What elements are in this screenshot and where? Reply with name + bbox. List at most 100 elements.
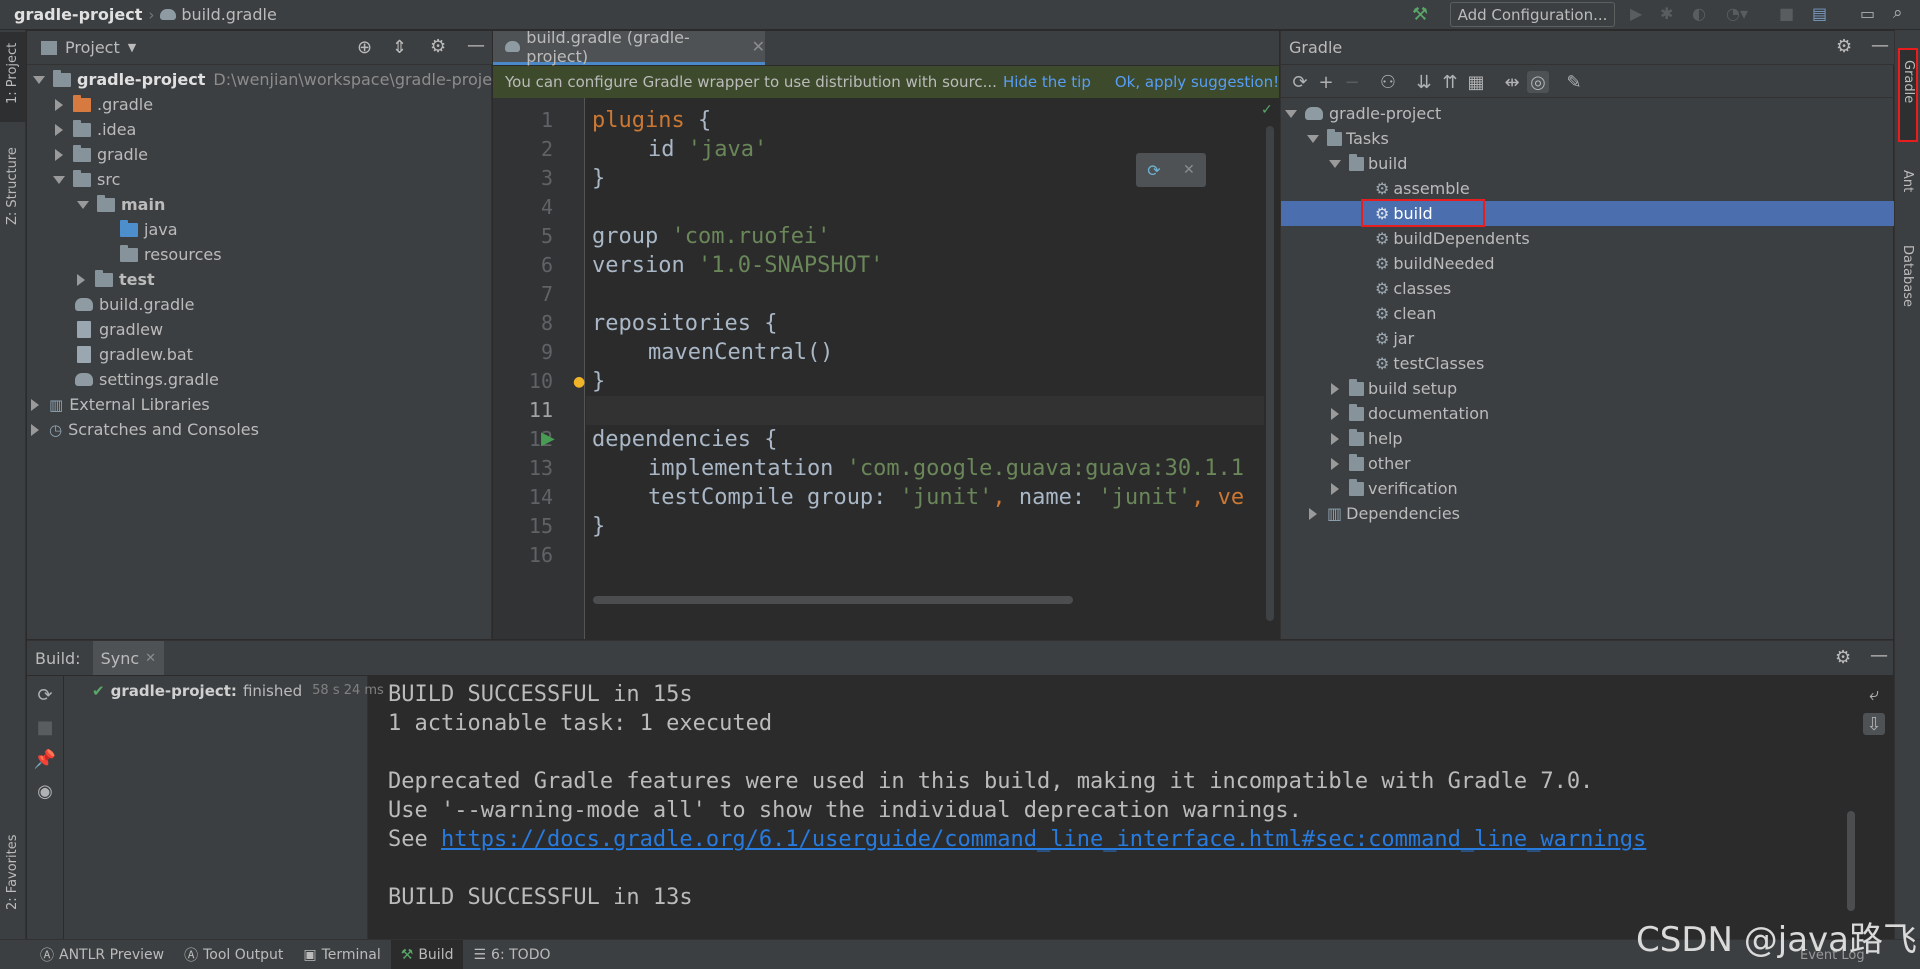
tree-item[interactable]: gradlew.bat (77, 342, 193, 367)
stop-icon[interactable]: ■ (34, 716, 56, 738)
eye-icon[interactable]: ◉ (34, 780, 56, 802)
gradle-stripe-button[interactable]: Gradle (1898, 48, 1918, 142)
run-gutter-icon[interactable]: ▶ (541, 428, 555, 449)
hide-icon[interactable]: — (467, 35, 485, 56)
expand-arrow-icon[interactable] (1331, 432, 1339, 445)
remove-icon[interactable]: − (1341, 71, 1363, 93)
tree-item[interactable]: settings.gradle (75, 367, 219, 392)
project-stripe-button[interactable]: 1: Project (0, 32, 26, 122)
expand-arrow-icon[interactable] (31, 398, 39, 411)
database-stripe-label[interactable]: Database (1900, 245, 1915, 307)
tab-sync[interactable]: Sync ✕ (92, 641, 165, 675)
favorites-stripe-label[interactable]: 2: Favorites (5, 834, 20, 910)
gradle-task[interactable]: ⚙ buildDependents (1375, 226, 1530, 251)
tree-item[interactable]: build.gradle (75, 292, 194, 317)
gradle-task-group[interactable]: verification (1331, 476, 1458, 501)
profile-icon[interactable]: ◔▾ (1726, 4, 1748, 23)
tree-item[interactable]: java (120, 217, 178, 242)
coverage-icon[interactable]: ◐ (1692, 4, 1706, 23)
run-icon[interactable]: ▶ (1630, 4, 1642, 23)
gradle-tasks-node[interactable]: Tasks (1307, 126, 1389, 151)
expand-arrow-icon[interactable] (1331, 457, 1339, 470)
expand-arrow-icon[interactable] (1285, 109, 1297, 118)
breadcrumb-file[interactable]: build.gradle (181, 5, 276, 24)
expand-arrow-icon[interactable] (31, 423, 39, 436)
tab-antlr-preview[interactable]: Ⓐ ANTLR Preview (30, 940, 174, 969)
gradle-task[interactable]: ⚙ jar (1375, 326, 1414, 351)
tree-item[interactable]: test (77, 267, 155, 292)
tree-item[interactable]: src (53, 167, 120, 192)
gradle-task-group[interactable]: documentation (1331, 401, 1489, 426)
stop-icon[interactable]: ■ (1779, 4, 1794, 23)
tab-terminal[interactable]: ▣ Terminal (293, 940, 390, 969)
gear-icon[interactable]: ⚙ (1836, 36, 1852, 57)
collapse-all-icon[interactable]: ⇕ (392, 37, 407, 58)
breadcrumb-project[interactable]: gradle-project (14, 5, 142, 24)
close-icon[interactable]: ✕ (145, 651, 156, 666)
tree-item[interactable]: resources (120, 242, 222, 267)
gradle-task[interactable]: ⚙ testClasses (1375, 351, 1484, 376)
tree-item[interactable]: gradlew (77, 317, 163, 342)
gradle-task-group[interactable]: build (1329, 151, 1407, 176)
soft-wrap-icon[interactable]: ⤶ (1863, 683, 1885, 705)
locate-icon[interactable]: ⊕ (357, 37, 372, 58)
gradle-task[interactable]: ⚙ classes (1375, 276, 1451, 301)
expand-arrow-icon[interactable] (55, 123, 63, 136)
chevron-down-icon[interactable]: ▼ (128, 41, 136, 54)
docs-link[interactable]: https://docs.gradle.org/6.1/userguide/co… (441, 827, 1646, 852)
tree-item[interactable]: .idea (55, 117, 136, 142)
tree-item[interactable]: ▥ External Libraries (31, 392, 210, 417)
gradle-task[interactable]: ⚙ clean (1375, 301, 1436, 326)
project-structure-icon[interactable]: ▤ (1812, 4, 1827, 23)
group-modules-icon[interactable]: ▦ (1465, 71, 1487, 93)
sync-icon[interactable]: ⟳ (34, 684, 56, 706)
expand-arrow-icon[interactable] (33, 75, 45, 84)
toggle-offline-icon[interactable]: ⇹ (1501, 71, 1523, 93)
vertical-scrollbar[interactable] (1265, 116, 1275, 636)
collapse-all-icon[interactable]: ⇈ (1439, 71, 1461, 93)
gradle-task-group[interactable]: build setup (1331, 376, 1457, 401)
expand-arrow-icon[interactable] (1307, 134, 1319, 143)
expand-arrow-icon[interactable] (55, 148, 63, 161)
tree-item[interactable]: ◷ Scratches and Consoles (31, 417, 259, 442)
wrench-icon[interactable]: ✎ (1563, 71, 1585, 93)
execute-task-icon[interactable]: ⚇ (1377, 71, 1399, 93)
layout-icon[interactable]: ▭ (1860, 4, 1875, 23)
lightbulb-icon[interactable]: ● (573, 374, 585, 390)
tab-build[interactable]: ⚒ Build (390, 939, 464, 969)
gradle-task[interactable]: ⚙ buildNeeded (1375, 251, 1495, 276)
hide-icon[interactable]: — (1871, 35, 1889, 56)
gradle-load-changes-popup[interactable]: ⟳ ✕ (1136, 153, 1206, 187)
tree-item[interactable]: gradle (55, 142, 148, 167)
show-dependencies-icon[interactable]: ◎ (1527, 71, 1549, 93)
tree-item[interactable]: main (77, 192, 165, 217)
search-icon[interactable]: ⌕ (1893, 3, 1903, 23)
gradle-task-group[interactable]: help (1331, 426, 1403, 451)
pin-icon[interactable]: 📌 (34, 748, 56, 770)
gradle-reload-icon[interactable]: ⟳ (1147, 161, 1160, 180)
tab-tool-output[interactable]: Ⓐ Tool Output (174, 940, 293, 969)
editor-tab-build-gradle[interactable]: build.gradle (gradle-project) ✕ (493, 28, 765, 66)
gradle-task-group[interactable]: other (1331, 451, 1411, 476)
apply-suggestion-link[interactable]: Ok, apply suggestion! (1115, 73, 1279, 91)
close-icon[interactable]: ✕ (1183, 162, 1195, 178)
scroll-to-end-icon[interactable]: ⇩ (1863, 713, 1885, 735)
expand-arrow-icon[interactable] (77, 200, 89, 209)
expand-arrow-icon[interactable] (1329, 159, 1341, 168)
horizontal-scrollbar[interactable] (593, 596, 1073, 604)
tree-item[interactable]: .gradle (55, 92, 153, 117)
tab-todo[interactable]: ☰ 6: TODO (463, 940, 560, 969)
debug-icon[interactable]: ✱ (1660, 4, 1673, 23)
expand-arrow-icon[interactable] (1309, 507, 1317, 520)
build-console[interactable]: BUILD SUCCESSFUL in 15s 1 actionable tas… (388, 683, 1868, 933)
gear-icon[interactable]: ⚙ (1835, 647, 1851, 668)
expand-arrow-icon[interactable] (53, 175, 65, 184)
gradle-task-selected[interactable]: ⚙ build (1375, 201, 1433, 226)
gradle-task[interactable]: ⚙ assemble (1375, 176, 1470, 201)
tree-root[interactable]: gradle-project D:\wenjian\workspace\grad… (33, 67, 507, 92)
add-configuration-button[interactable]: Add Configuration... (1450, 2, 1615, 27)
gradle-tree-root[interactable]: gradle-project (1285, 101, 1441, 126)
gear-icon[interactable]: ⚙ (430, 36, 446, 57)
expand-arrow-icon[interactable] (1331, 482, 1339, 495)
console-scrollbar[interactable] (1847, 811, 1855, 911)
